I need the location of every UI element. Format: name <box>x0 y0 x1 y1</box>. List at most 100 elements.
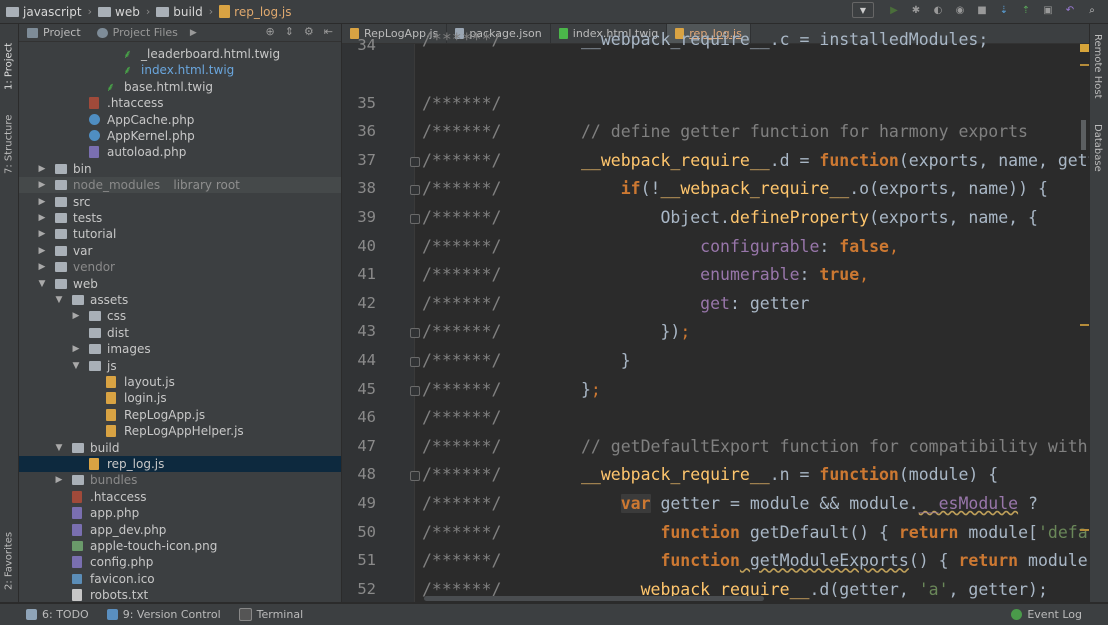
run-config-dropdown[interactable]: ▼ <box>852 2 874 18</box>
tree-item[interactable]: autoload.php <box>19 144 341 160</box>
expand-right-icon[interactable]: ▶ <box>37 194 47 210</box>
tree-item-label: tests <box>73 211 103 225</box>
comment-prefix: /******/ <box>422 465 502 485</box>
img-icon <box>72 541 83 551</box>
scroll-thumb[interactable] <box>1081 120 1086 150</box>
tree-item[interactable]: ▶ src <box>19 194 341 210</box>
breadcrumb-javascript[interactable]: javascript › <box>6 5 92 19</box>
warning-mark[interactable] <box>1080 64 1089 66</box>
code-token: return <box>958 551 1019 571</box>
comment-prefix: /******/ <box>422 265 502 285</box>
breadcrumb-web[interactable]: web › <box>98 5 150 19</box>
revert-icon[interactable]: ↶ <box>1062 2 1078 18</box>
version-control-tool-button[interactable]: 9: Version Control <box>106 608 221 621</box>
code-line: /******/ var getter = module && module._… <box>422 494 1038 513</box>
tree-item[interactable]: AppCache.php <box>19 112 341 128</box>
gear-icon[interactable]: ⚙ <box>304 25 314 38</box>
locate-icon[interactable]: ⊕ <box>265 25 274 38</box>
tree-item[interactable]: app.php <box>19 505 341 521</box>
code-line: /******/ function getDefault() { return … <box>422 523 1090 542</box>
project-tool-tab[interactable]: 1: Project <box>1 30 17 90</box>
tree-item[interactable]: ⸙ index.html.twig <box>19 62 341 78</box>
terminal-tool-button[interactable]: Terminal <box>238 608 303 621</box>
tree-item[interactable]: ▶ vendor <box>19 259 341 275</box>
tree-item[interactable]: config.php <box>19 554 341 570</box>
comment-prefix: /******/ <box>422 408 502 428</box>
code-line: /******/ <box>422 94 541 113</box>
run-icon[interactable]: ▶ <box>886 2 902 18</box>
tree-item[interactable]: apple-touch-icon.png <box>19 538 341 554</box>
vcs-commit-icon[interactable]: ⇡ <box>1018 2 1034 18</box>
horizontal-scrollbar[interactable] <box>424 596 764 601</box>
vcs-history-icon[interactable]: ▣ <box>1040 2 1056 18</box>
tree-item[interactable]: robots.txt <box>19 587 341 602</box>
tree-item[interactable]: .htaccess <box>19 95 341 111</box>
warning-mark[interactable] <box>1080 324 1089 326</box>
code-token: true <box>819 265 860 285</box>
expand-right-icon[interactable]: ▶ <box>71 308 81 324</box>
expand-right-icon[interactable]: ▶ <box>54 472 64 488</box>
tree-item[interactable]: ▶ var <box>19 243 341 259</box>
tree-item[interactable]: ▼ build <box>19 440 341 456</box>
tree-item[interactable]: ⸙ _leaderboard.html.twig <box>19 46 341 62</box>
coverage-icon[interactable]: ◐ <box>930 2 946 18</box>
tree-item[interactable]: rep_log.js <box>19 456 341 472</box>
tree-item[interactable]: RepLogAppHelper.js <box>19 423 341 439</box>
tree-item[interactable]: ⸙ base.html.twig <box>19 79 341 95</box>
code-token: __webpack_require__ <box>660 179 850 199</box>
stop-icon[interactable]: ■ <box>974 2 990 18</box>
vcs-update-icon[interactable]: ⇣ <box>996 2 1012 18</box>
tree-item[interactable]: ▶ bundles <box>19 472 341 488</box>
expand-down-icon[interactable]: ▼ <box>54 292 64 308</box>
profile-icon[interactable]: ◉ <box>952 2 968 18</box>
event-log-button[interactable]: Event Log <box>1011 608 1082 621</box>
folder-icon <box>55 262 67 273</box>
breadcrumb-rep-log[interactable]: rep_log.js <box>219 5 292 19</box>
debug-icon[interactable]: ✱ <box>908 2 924 18</box>
favorites-tool-tab[interactable]: 2: Favorites <box>1 524 17 590</box>
warning-mark[interactable] <box>1080 529 1089 531</box>
project-files-tab[interactable]: Project Files ▶ <box>96 26 197 39</box>
structure-tool-tab[interactable]: 7: Structure <box>1 104 17 174</box>
tree-item[interactable]: ▶ tests <box>19 210 341 226</box>
tree-item[interactable]: .htaccess <box>19 489 341 505</box>
tree-item[interactable]: AppKernel.php <box>19 128 341 144</box>
expand-down-icon[interactable]: ▼ <box>54 440 64 456</box>
expand-right-icon[interactable]: ▶ <box>37 161 47 177</box>
expand-right-icon[interactable]: ▶ <box>37 210 47 226</box>
expand-down-icon[interactable]: ▼ <box>71 358 81 374</box>
expand-down-icon[interactable]: ▼ <box>37 276 47 292</box>
tree-item[interactable]: RepLogApp.js <box>19 407 341 423</box>
tree-item[interactable]: ▶ css <box>19 308 341 324</box>
tree-item[interactable]: app_dev.php <box>19 522 341 538</box>
collapse-icon[interactable]: ⇕ <box>285 25 294 38</box>
todo-tool-button[interactable]: 6: TODO <box>26 608 89 621</box>
project-view-tab[interactable]: Project <box>27 26 81 39</box>
expand-right-icon[interactable]: ▶ <box>37 259 47 275</box>
remote-host-tool-tab[interactable]: Remote Host <box>1092 34 1103 99</box>
tree-item[interactable]: ▼ js <box>19 358 341 374</box>
tree-item[interactable]: ▼ web <box>19 276 341 292</box>
expand-right-icon[interactable]: ▶ <box>37 226 47 242</box>
tree-item[interactable]: ▶ node_modules library root <box>19 177 341 194</box>
expand-right-icon[interactable]: ▶ <box>71 341 81 357</box>
hide-icon[interactable]: ⇤ <box>324 25 333 38</box>
expand-right-icon[interactable]: ▶ <box>37 243 47 259</box>
tree-item[interactable]: ▶ images <box>19 341 341 357</box>
tree-item[interactable]: layout.js <box>19 374 341 390</box>
folder-icon <box>55 213 67 223</box>
tree-item[interactable]: ▶ bin <box>19 161 341 177</box>
expand-right-icon[interactable]: ▶ <box>37 177 47 193</box>
tree-item[interactable]: favicon.ico <box>19 571 341 587</box>
breadcrumb-build[interactable]: build › <box>156 5 213 19</box>
code-token: (! <box>640 179 661 199</box>
tree-item[interactable]: ▼ assets <box>19 292 341 308</box>
code-area[interactable]: /******/ __webpack_require__.c = install… <box>342 24 1090 602</box>
warning-mark[interactable] <box>1080 44 1089 52</box>
database-tool-tab[interactable]: Database <box>1092 124 1103 172</box>
tree-item[interactable]: dist <box>19 325 341 341</box>
code-line: /******/ }; <box>422 380 601 399</box>
search-icon[interactable]: ⌕ <box>1084 2 1100 18</box>
tree-item[interactable]: ▶ tutorial <box>19 226 341 242</box>
tree-item[interactable]: login.js <box>19 390 341 406</box>
